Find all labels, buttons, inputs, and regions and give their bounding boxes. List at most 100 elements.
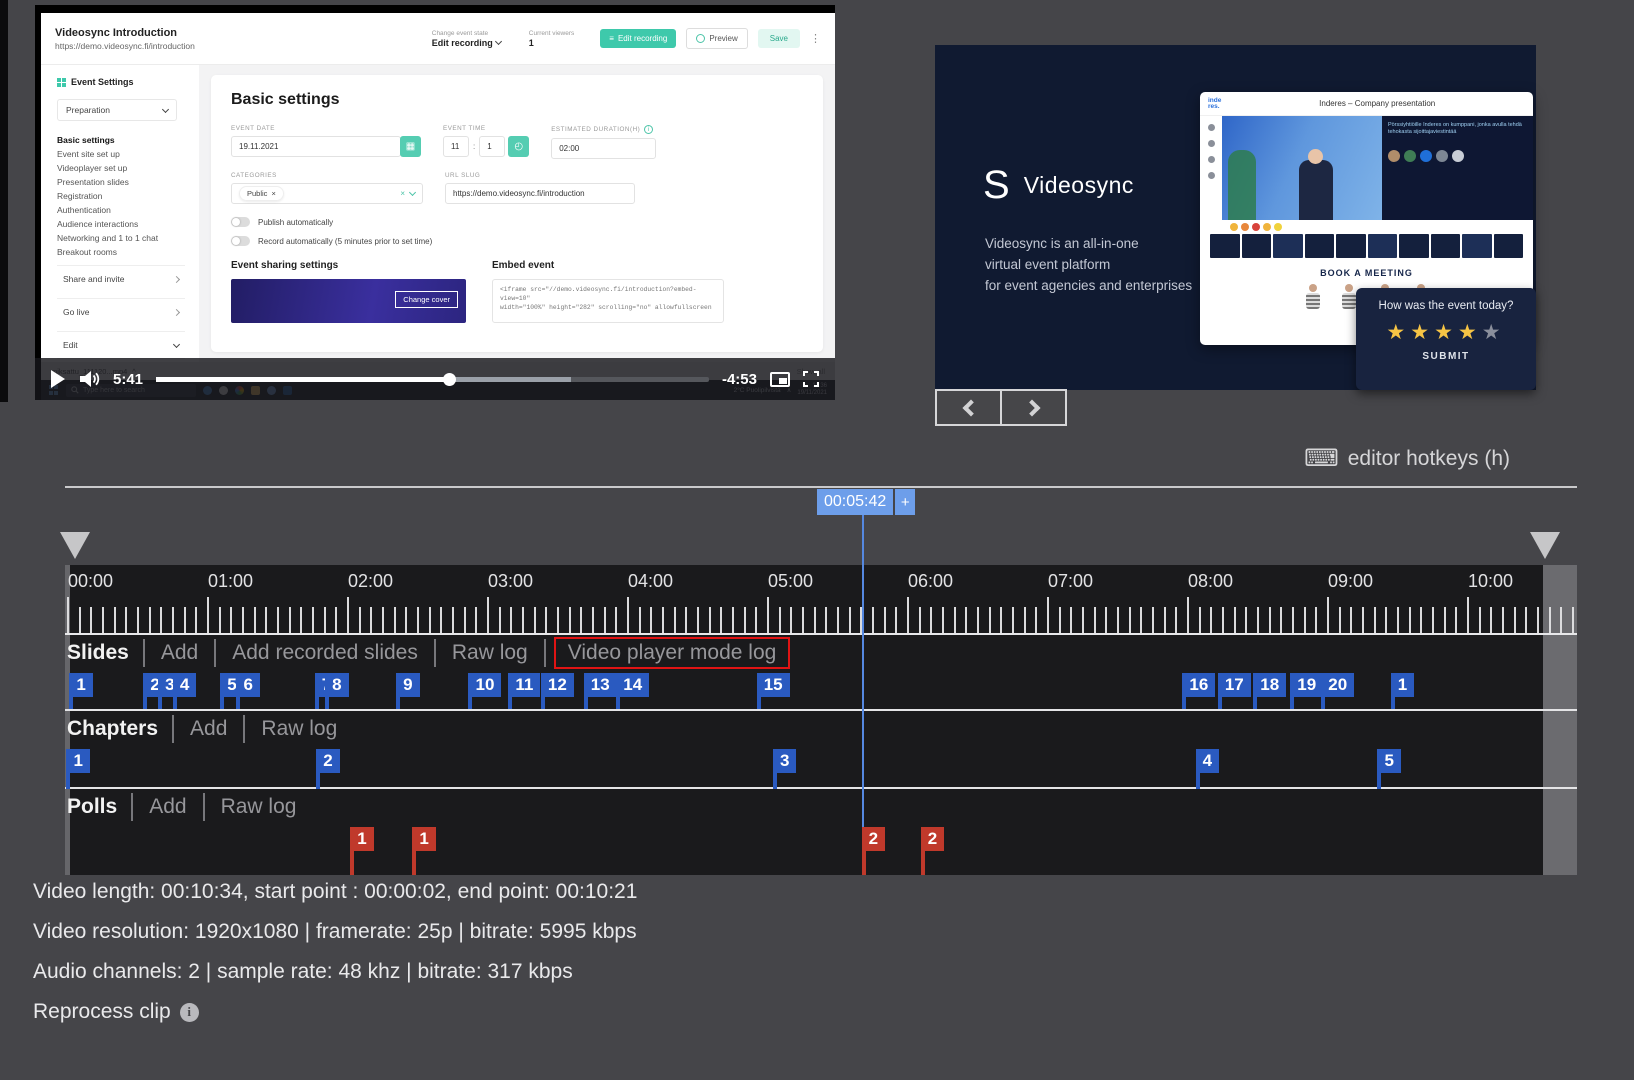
marker-flag[interactable]: 11 — [508, 673, 540, 697]
slide-marker-15[interactable]: 15 — [757, 673, 790, 709]
sidebar-item-registration[interactable]: Registration — [57, 189, 199, 203]
save-button[interactable]: Save — [758, 29, 800, 48]
poll-marker-1[interactable]: 1 — [412, 827, 435, 875]
chapter-marker-3[interactable]: 3 — [773, 749, 796, 789]
trim-start-handle[interactable] — [60, 532, 90, 559]
record-toggle[interactable] — [231, 236, 250, 246]
chapter-marker-1[interactable]: 1 — [66, 749, 89, 789]
sidebar-item-event-site[interactable]: Event site set up — [57, 147, 199, 161]
sidebar-item-go-live[interactable]: Go live — [57, 298, 185, 325]
previous-slide-button[interactable] — [935, 389, 1002, 426]
marker-flag[interactable]: 13 — [584, 673, 617, 697]
categories-field[interactable]: Public× × — [231, 183, 423, 204]
marker-flag[interactable]: 2 — [316, 749, 339, 773]
playhead-time-badge[interactable]: 00:05:42 — [817, 489, 893, 515]
reprocess-clip-link[interactable]: Reprocess clip — [33, 1000, 171, 1024]
progress-bar[interactable] — [156, 377, 709, 382]
sidebar-item-basic-settings[interactable]: Basic settings — [57, 133, 199, 147]
slide-marker-1[interactable]: 1 — [69, 673, 92, 709]
calendar-icon[interactable]: ▦ — [400, 136, 421, 157]
category-chip[interactable]: Public× — [239, 186, 284, 201]
sidebar-item-networking[interactable]: Networking and 1 to 1 chat — [57, 231, 199, 245]
time-minute-field[interactable]: 1 — [479, 136, 505, 157]
duration-field[interactable]: 02:00 — [551, 138, 656, 159]
slide-marker-20[interactable]: 20 — [1321, 673, 1354, 709]
next-slide-button[interactable] — [1000, 389, 1067, 426]
editor-hotkeys[interactable]: ⌨ editor hotkeys (h) — [1304, 447, 1510, 471]
chapter-marker-4[interactable]: 4 — [1196, 749, 1219, 789]
marker-flag[interactable]: 15 — [757, 673, 790, 697]
info-icon[interactable]: i — [180, 1003, 199, 1022]
marker-flag[interactable]: 4 — [173, 673, 196, 697]
marker-flag[interactable]: 18 — [1253, 673, 1286, 697]
slide-marker-6[interactable]: 6 — [236, 673, 259, 709]
chapter-marker-5[interactable]: 5 — [1377, 749, 1400, 789]
poll-marker-2[interactable]: 2 — [921, 827, 944, 875]
clear-icon[interactable]: × — [400, 189, 405, 198]
sidebar-item-breakout-rooms[interactable]: Breakout rooms — [57, 245, 199, 259]
marker-flag[interactable]: 1 — [412, 827, 435, 851]
add-at-playhead-button[interactable]: + — [895, 489, 915, 515]
sidebar-item-edit[interactable]: Edit — [57, 331, 185, 358]
add-recorded-slides-button[interactable]: Add recorded slides — [216, 641, 434, 665]
star-filled-icon[interactable]: ★ — [1410, 321, 1434, 344]
poll-marker-1[interactable]: 1 — [350, 827, 373, 875]
slide-marker-14[interactable]: 14 — [616, 673, 649, 709]
sidebar-item-authentication[interactable]: Authentication — [57, 203, 199, 217]
sidebar-item-share-invite[interactable]: Share and invite — [57, 265, 185, 292]
play-icon[interactable] — [51, 370, 65, 388]
marker-flag[interactable]: 1 — [66, 749, 89, 773]
slide-marker-4[interactable]: 4 — [173, 673, 196, 709]
marker-flag[interactable]: 5 — [1377, 749, 1400, 773]
slide-marker-17[interactable]: 17 — [1218, 673, 1251, 709]
video-player-mode-log-button[interactable]: Video player mode log — [554, 637, 791, 669]
star-rating[interactable]: ★★★★★ — [1366, 320, 1526, 345]
star-filled-icon[interactable]: ★ — [1458, 321, 1482, 344]
event-date-field[interactable]: 19.11.2021 — [231, 136, 401, 157]
slide-marker-1[interactable]: 1 — [1391, 673, 1414, 709]
poll-marker-2[interactable]: 2 — [862, 827, 885, 875]
slide-marker-9[interactable]: 9 — [396, 673, 419, 709]
marker-flag[interactable]: 10 — [468, 673, 501, 697]
preparation-dropdown[interactable]: Preparation — [57, 99, 177, 121]
state-dropdown[interactable]: Edit recording — [432, 38, 501, 48]
star-filled-icon[interactable]: ★ — [1434, 321, 1458, 344]
embed-code-box[interactable]: <iframe src="//demo.videosync.fi/introdu… — [492, 279, 724, 323]
url-slug-field[interactable]: https://demo.videosync.fi/introduction — [445, 183, 635, 204]
time-hour-field[interactable]: 11 — [443, 136, 469, 157]
sidebar-item-audience-interactions[interactable]: Audience interactions — [57, 217, 199, 231]
marker-flag[interactable]: 19 — [1290, 673, 1323, 697]
slides-add-button[interactable]: Add — [145, 641, 214, 665]
slide-marker-16[interactable]: 16 — [1182, 673, 1215, 709]
marker-flag[interactable]: 12 — [541, 673, 574, 697]
more-menu-icon[interactable]: ⋮ — [810, 32, 821, 45]
slide-marker-18[interactable]: 18 — [1253, 673, 1286, 709]
slide-marker-19[interactable]: 19 — [1290, 673, 1323, 709]
sidebar-item-presentation-slides[interactable]: Presentation slides — [57, 175, 199, 189]
playhead-line[interactable] — [862, 514, 864, 875]
progress-handle[interactable] — [443, 373, 456, 386]
slide-marker-8[interactable]: 8 — [325, 673, 348, 709]
submit-button[interactable]: SUBMIT — [1366, 351, 1526, 362]
star-empty-icon[interactable]: ★ — [1482, 321, 1506, 344]
publish-toggle[interactable] — [231, 217, 250, 227]
slide-marker-11[interactable]: 11 — [508, 673, 540, 709]
chapters-raw-log-button[interactable]: Raw log — [245, 717, 353, 741]
marker-flag[interactable]: 4 — [1196, 749, 1219, 773]
trim-end-handle[interactable] — [1530, 532, 1560, 559]
slide-marker-13[interactable]: 13 — [584, 673, 617, 709]
marker-flag[interactable]: 3 — [773, 749, 796, 773]
close-icon[interactable]: × — [271, 189, 275, 198]
polls-raw-log-button[interactable]: Raw log — [205, 795, 313, 819]
marker-flag[interactable]: 8 — [325, 673, 348, 697]
time-ruler[interactable]: 00:0001:0002:0003:0004:0005:0006:0007:00… — [65, 565, 1577, 635]
marker-flag[interactable]: 14 — [616, 673, 649, 697]
clock-icon[interactable]: ◴ — [508, 136, 529, 157]
star-filled-icon[interactable]: ★ — [1386, 321, 1410, 344]
edit-recording-button[interactable]: ≡Edit recording — [600, 29, 676, 48]
slides-raw-log-button[interactable]: Raw log — [436, 641, 544, 665]
marker-flag[interactable]: 6 — [236, 673, 259, 697]
picture-in-picture-icon[interactable] — [770, 372, 790, 387]
slide-marker-10[interactable]: 10 — [468, 673, 501, 709]
marker-flag[interactable]: 9 — [396, 673, 419, 697]
